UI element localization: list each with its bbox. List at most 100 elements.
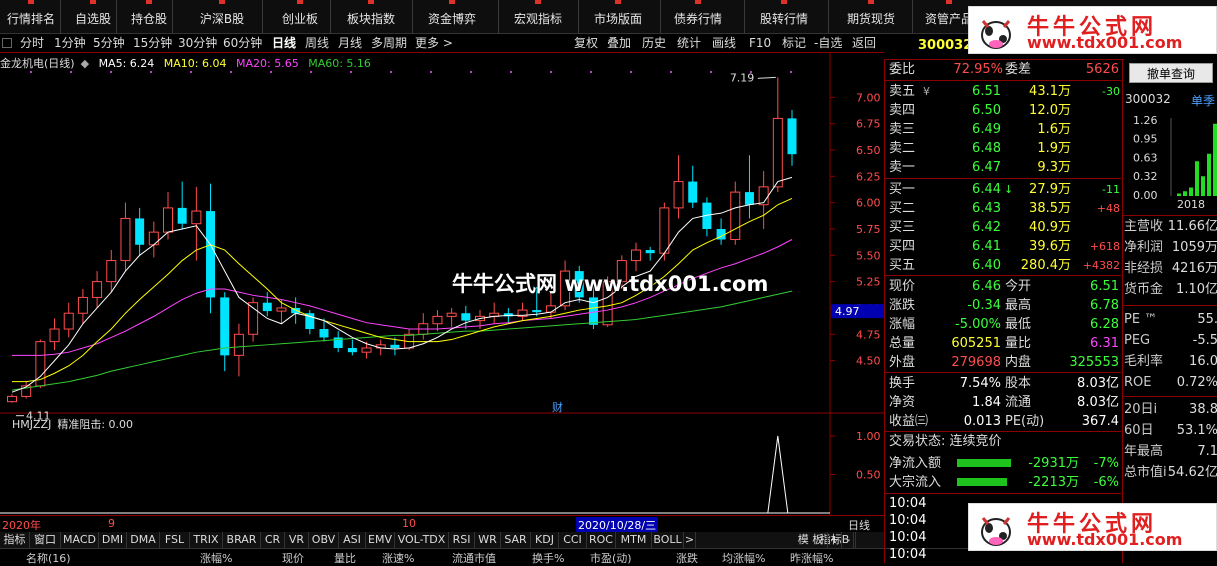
fin-mini-chart: 1.26 0.95 0.63 0.32 0.00 2018 — [1133, 114, 1217, 210]
period-4[interactable]: 30分钟 — [178, 34, 217, 53]
indicator-tab-11[interactable]: ASI — [339, 532, 366, 548]
tool-8[interactable]: 返回 — [852, 34, 876, 53]
tool-3[interactable]: 统计 — [677, 34, 701, 53]
weibi-label: 委比 — [889, 62, 916, 77]
stat-label: 内盘 — [1005, 355, 1032, 370]
indicator-tab-5[interactable]: FSL — [160, 532, 190, 548]
candle-body — [7, 395, 17, 403]
tool-4[interactable]: 画线 — [712, 34, 736, 53]
tool-2[interactable]: 历史 — [642, 34, 666, 53]
indicator-tab-16[interactable]: SAR — [501, 532, 531, 548]
sell-level-row[interactable]: 卖一 6.47 9.3万 — [885, 158, 1121, 177]
stat-value: 7.54% — [959, 376, 1001, 391]
indicator-tab-12[interactable]: EMV — [366, 532, 395, 548]
cancel-order-button[interactable]: 撤单查询 — [1129, 63, 1213, 83]
column-header-1[interactable]: 涨幅% — [200, 550, 232, 566]
fin-value: 4216万 — [1171, 261, 1217, 276]
stat2-row: 收益㈢ 0.013 PE(动) 367.4 — [885, 412, 1121, 431]
indicator-tab-0[interactable]: 指标A — [0, 532, 30, 562]
indicator-tab-24[interactable]: 模 板 — [794, 532, 828, 548]
tool-5[interactable]: F10 — [749, 34, 771, 53]
level-volume: 38.5万 — [1029, 201, 1071, 216]
nav-item[interactable]: 资金博弈 — [426, 0, 478, 34]
period-3[interactable]: 15分钟 — [133, 34, 172, 53]
period-10[interactable]: 更多 > — [415, 34, 453, 53]
sell-level-row[interactable]: 卖四 6.50 12.0万 — [885, 101, 1121, 120]
period-5[interactable]: 60分钟 — [223, 34, 262, 53]
period-9[interactable]: 多周期 — [371, 34, 407, 53]
buy-level-row[interactable]: 买一 ↓ 6.44 27.9万 -11 — [885, 180, 1121, 199]
indicator-tab-14[interactable]: RSI — [449, 532, 475, 548]
period-2[interactable]: 5分钟 — [93, 34, 125, 53]
sell-level-row[interactable]: 卖二 6.48 1.9万 — [885, 139, 1121, 158]
column-header-0[interactable]: 名称(16) — [26, 550, 71, 566]
indicator-tab-9[interactable]: VR — [285, 532, 309, 548]
column-header-8[interactable]: 涨跌 — [676, 550, 698, 566]
indicator-tab-1[interactable]: 窗口 — [30, 532, 61, 548]
sell-level-row[interactable]: 卖五 ¥6.51 43.1万 -30 — [885, 82, 1121, 101]
column-header-5[interactable]: 流通市值 — [452, 550, 496, 566]
column-header-4[interactable]: 涨速% — [382, 550, 414, 566]
nav-item[interactable]: 债券行情 — [672, 0, 724, 34]
flow-value: -2931万 — [1028, 456, 1079, 471]
period-6[interactable]: 日线 — [272, 34, 296, 53]
nav-item[interactable]: 持仓股 — [129, 0, 169, 34]
period-8[interactable]: 月线 — [338, 34, 362, 53]
stat-label: 总量 — [889, 336, 916, 351]
nav-item[interactable]: 沪深B股 — [198, 0, 246, 34]
indicator-tab-18[interactable]: CCI — [559, 532, 587, 548]
tool-6[interactable]: 标记 — [782, 34, 806, 53]
column-header-3[interactable]: 量比 — [334, 550, 356, 566]
indicator-tab-6[interactable]: TRIX — [190, 532, 223, 548]
period-1[interactable]: 1分钟 — [54, 34, 86, 53]
nav-item[interactable]: 市场版面 — [592, 0, 644, 34]
nav-item[interactable]: 创业板 — [280, 0, 320, 34]
indicator-tab-7[interactable]: BRAR — [223, 532, 261, 548]
buy-level-row[interactable]: 买五 6.40 280.4万 +4382 — [885, 256, 1121, 275]
nav-item[interactable]: 行情排名 — [6, 0, 56, 34]
finance-marker[interactable]: 财 — [552, 400, 563, 414]
column-header-7[interactable]: 市盈(动) — [590, 550, 632, 566]
fin-bar — [1183, 191, 1187, 196]
top-dot-marker — [670, 71, 672, 73]
tool-1[interactable]: 叠加 — [607, 34, 631, 53]
tool-0[interactable]: 复权 — [574, 34, 598, 53]
indicator-tab-21[interactable]: BOLL — [652, 532, 684, 548]
indicator-tab-17[interactable]: KDJ — [531, 532, 559, 548]
single-quarter-link[interactable]: 单季 — [1191, 92, 1215, 109]
fin-value: 54.62亿 — [1167, 465, 1217, 480]
nav-item[interactable]: 自选股 — [73, 0, 113, 34]
collapse-icon[interactable] — [2, 38, 12, 48]
sell-level-row[interactable]: 卖三 6.49 1.6万 — [885, 120, 1121, 139]
indicator-tab-26[interactable]: - — [842, 532, 856, 548]
column-header-2[interactable]: 现价 — [282, 550, 304, 566]
indicator-tab-10[interactable]: OBV — [309, 532, 339, 548]
separator — [1123, 215, 1217, 216]
column-header-10[interactable]: 昨涨幅% — [790, 550, 833, 566]
nav-item[interactable]: 板块指数 — [345, 0, 397, 34]
buy-level-row[interactable]: 买四 6.41 39.6万 +618 — [885, 237, 1121, 256]
period-0[interactable]: 分时 — [20, 34, 44, 53]
column-header-9[interactable]: 均涨幅% — [722, 550, 765, 566]
nav-item[interactable]: 宏观指标 — [512, 0, 564, 34]
level-change: +48 — [1096, 202, 1120, 215]
indicator-tab-4[interactable]: DMA — [127, 532, 160, 548]
indicator-tab-3[interactable]: DMI — [99, 532, 127, 548]
indicator-tab-20[interactable]: MTM — [616, 532, 652, 548]
buy-level-row[interactable]: 买三 6.42 40.9万 — [885, 218, 1121, 237]
indicator-tab-13[interactable]: VOL-TDX — [395, 532, 449, 548]
nav-item[interactable]: 资管产品 — [924, 0, 974, 34]
nav-item[interactable]: 期货现货 — [845, 0, 897, 34]
indicator-tab-15[interactable]: WR — [475, 532, 501, 548]
buy-level-row[interactable]: 买二 6.43 38.5万 +48 — [885, 199, 1121, 218]
indicator-tab-8[interactable]: CR — [261, 532, 285, 548]
indicator-tab-19[interactable]: ROC — [587, 532, 616, 548]
nav-item[interactable]: 股转行情 — [758, 0, 810, 34]
indicator-tab-25[interactable]: + — [828, 532, 842, 548]
tool-7[interactable]: -自选 — [814, 34, 842, 53]
indicator-tab-2[interactable]: MACD — [61, 532, 99, 548]
period-label[interactable]: 日线 — [848, 517, 870, 533]
period-7[interactable]: 周线 — [305, 34, 329, 53]
column-header-6[interactable]: 换手% — [532, 550, 564, 566]
indicator-tab-22[interactable]: > — [684, 532, 696, 548]
